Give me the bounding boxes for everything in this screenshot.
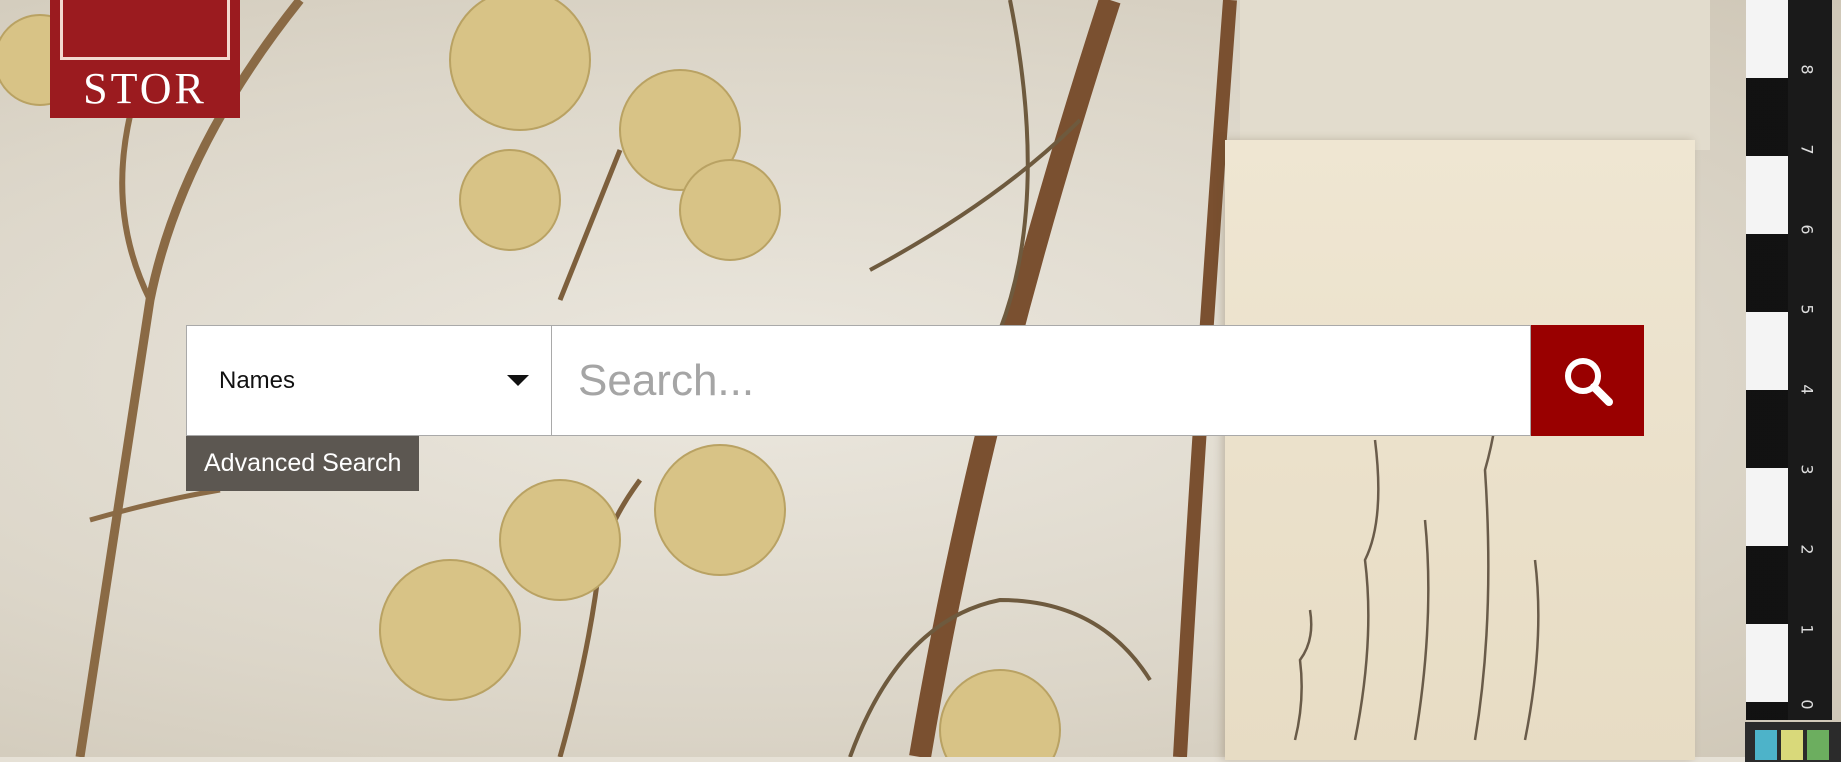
logo-text: STOR (83, 64, 207, 113)
search-input[interactable] (552, 325, 1531, 436)
ruler-scale-stripe (1746, 0, 1788, 720)
ruler-number: 7 (1797, 144, 1817, 155)
handwriting-illustration (1293, 339, 1540, 741)
ruler-number: 5 (1797, 304, 1817, 315)
ruler-number: 2 (1797, 544, 1817, 555)
specimen-label-paper (1225, 140, 1695, 760)
advanced-search-link[interactable]: Advanced Search (186, 436, 420, 491)
ruler-number: 4 (1797, 384, 1817, 395)
ruler-number: 3 (1797, 464, 1817, 475)
search-type-select[interactable]: Names (186, 325, 552, 436)
ruler-number: 6 (1797, 224, 1817, 235)
search-type-value: Names (219, 366, 296, 394)
ruler-number: 0 (1797, 699, 1817, 710)
search-bar: Names (186, 325, 1644, 436)
search-icon (1564, 357, 1613, 406)
ruler-number: 8 (1797, 64, 1817, 75)
specimen-sheet-back (1240, 0, 1710, 150)
search-button[interactable] (1531, 325, 1644, 436)
color-calibration-chip (1745, 722, 1841, 762)
jstor-logo[interactable]: STOR (50, 0, 240, 118)
ruler-number: 1 (1797, 624, 1817, 635)
chevron-down-icon (507, 375, 529, 386)
logo-emblem-icon (60, 0, 230, 60)
